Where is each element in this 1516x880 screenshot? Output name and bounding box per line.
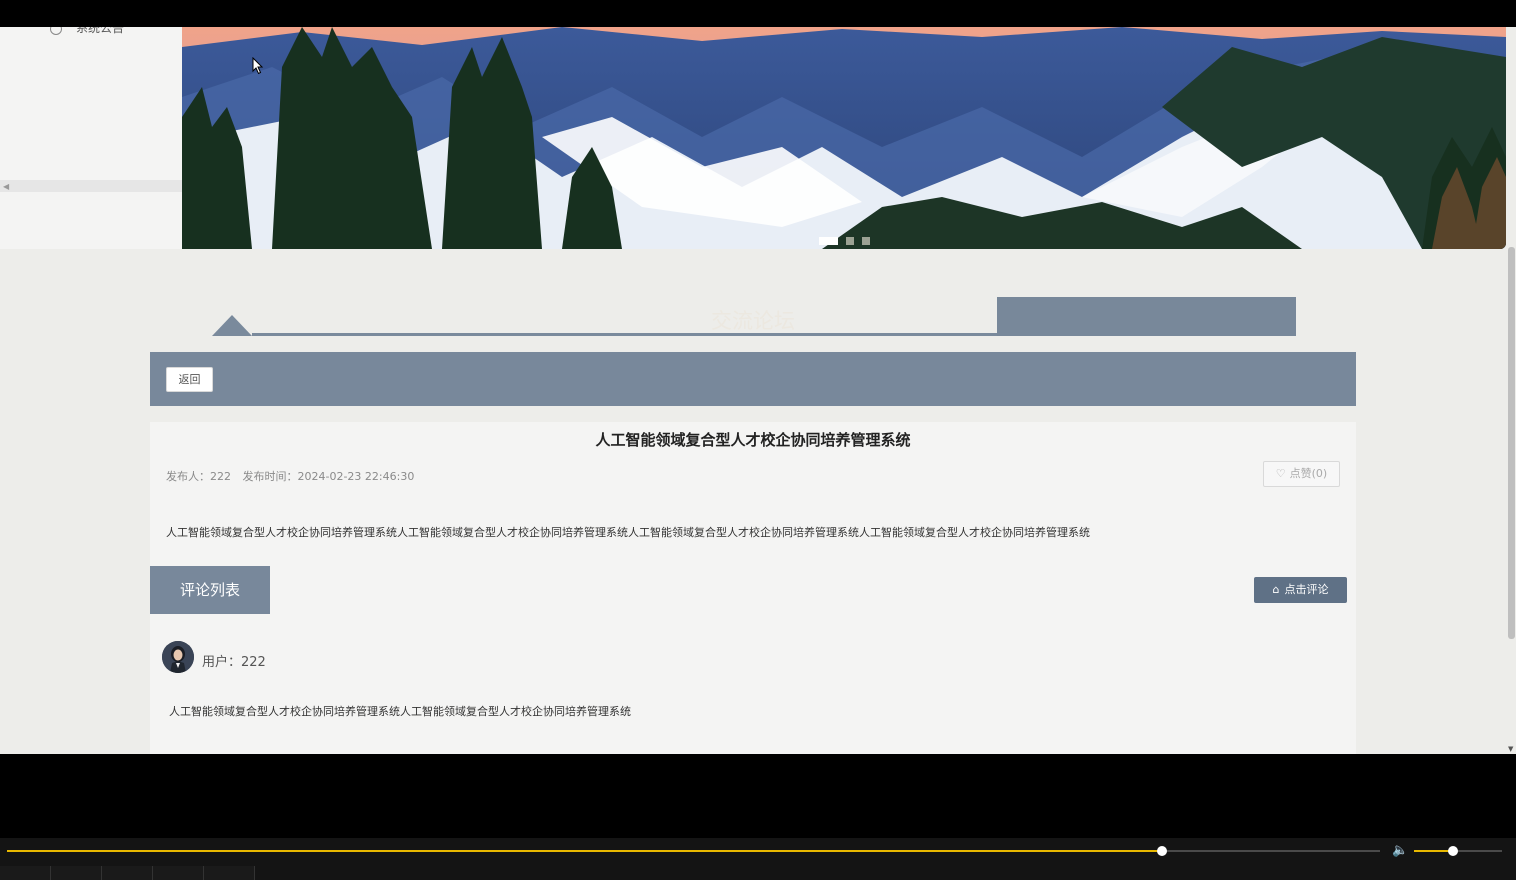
scroll-down-icon[interactable]: ▼ [1508,745,1513,753]
sidebar-item-announcement[interactable]: 系统公告 [50,27,125,35]
add-comment-label: 点击评论 [1284,583,1329,596]
comment-text: 人工智能领域复合型人才校企协同培养管理系统人工智能领域复合型人才校企协同培养管理… [169,705,631,718]
post-time: 发布时间：2024-02-23 22:46:30 [242,470,415,483]
section-title: 交流论坛 [711,309,795,333]
sidebar-horizontal-scrollbar[interactable]: ◀ [0,180,182,192]
avatar-image [162,641,194,673]
volume-icon[interactable]: 🔈 [1392,843,1408,858]
video-player-controls: 🔈 [0,838,1516,880]
add-comment-button[interactable]: ⌂ 点击评论 [1254,577,1347,603]
avatar [162,641,194,673]
page-vertical-scrollbar[interactable]: ▼ [1507,247,1516,754]
sidebar: 系统公告 ◀ [0,27,182,249]
post-title: 人工智能领域复合型人才校企协同培养管理系统 [595,431,911,449]
taskbar-tile[interactable] [51,866,102,880]
post-meta: 发布人：222 发布时间：2024-02-23 22:46:30 [166,468,422,484]
progress-fill [7,850,1162,852]
browser-viewport: 系统公告 ◀ ▼ 交流论坛 返回 人工智能领域复合型人才校企协同培养管理系统 发… [0,27,1516,754]
like-label: 点赞(0) [1289,467,1328,480]
taskbar-tile[interactable] [102,866,153,880]
post-card: 人工智能领域复合型人才校企协同培养管理系统 发布人：222 发布时间：2024-… [150,422,1356,754]
taskbar-strip [0,866,1516,880]
carousel-dot-2[interactable] [845,237,854,245]
detail-toolbar: 返回 [150,352,1356,406]
back-button[interactable]: 返回 [166,367,213,392]
mouse-cursor-icon [252,57,264,75]
sidebar-item-label: 系统公告 [76,27,125,35]
scrollbar-thumb[interactable] [1508,247,1515,639]
section-header: 交流论坛 [150,297,1296,337]
banner-image [182,27,1506,249]
comments-tab: 评论列表 [150,566,270,614]
volume-knob[interactable] [1448,846,1458,856]
taskbar-tile[interactable] [0,866,51,880]
taskbar-tile[interactable] [204,866,255,880]
post-content: 人工智能领域复合型人才校企协同培养管理系统人工智能领域复合型人才校企协同培养管理… [166,526,1090,539]
heart-icon: ♡ [1275,467,1286,480]
like-button[interactable]: ♡ 点赞(0) [1263,461,1340,487]
scroll-left-icon[interactable]: ◀ [3,182,9,191]
announcement-icon [50,27,62,35]
carousel-indicators [182,237,1506,245]
comment-user: 用户：222 [202,655,266,670]
progress-knob[interactable] [1157,846,1167,856]
carousel-dot-3[interactable] [861,237,870,245]
post-author: 发布人：222 [166,470,231,483]
taskbar-tile[interactable] [153,866,204,880]
carousel-dot-1[interactable] [818,237,838,245]
banner-carousel[interactable] [182,27,1506,249]
home-icon: ⌂ [1272,583,1280,596]
